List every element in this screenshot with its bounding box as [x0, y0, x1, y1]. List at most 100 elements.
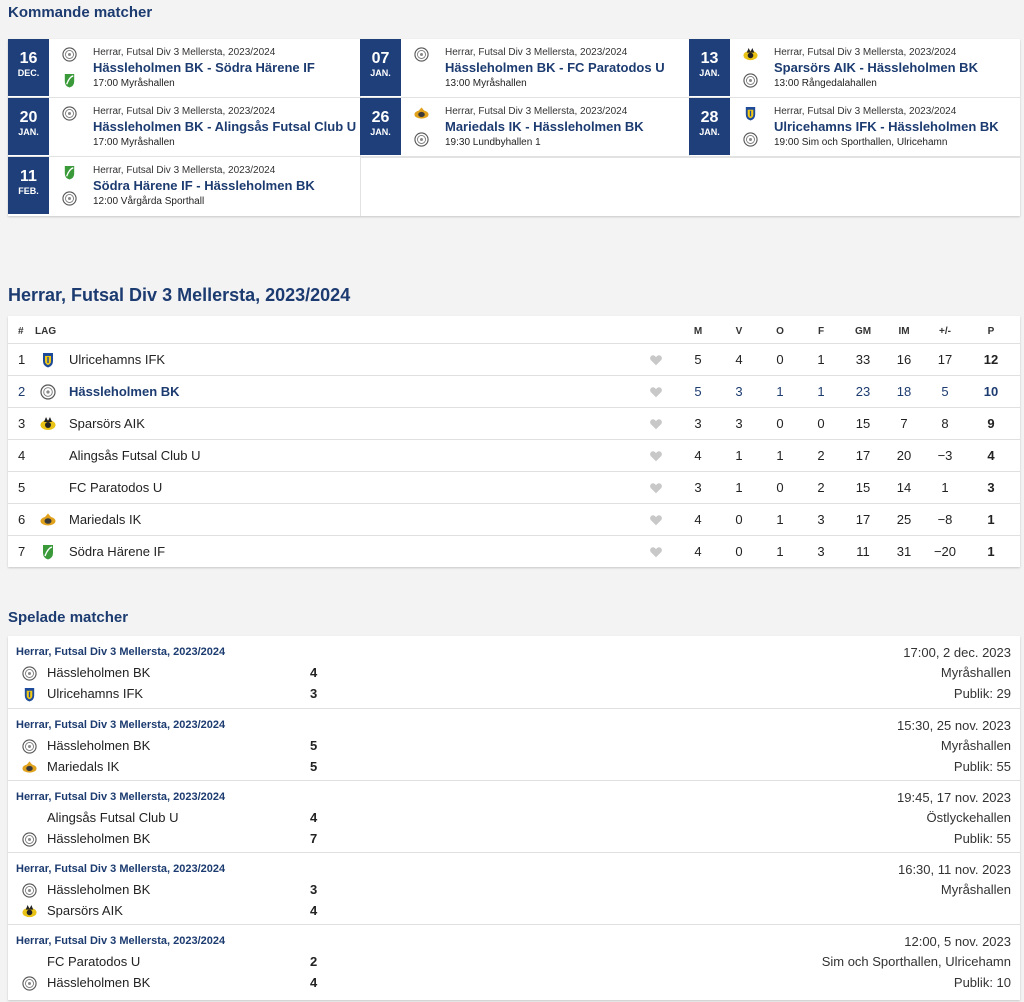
favorite-heart-icon[interactable] [649, 417, 663, 431]
favorite-heart-icon[interactable] [649, 481, 663, 495]
played-away-team[interactable]: Mariedals IK [47, 759, 119, 774]
row-o: 1 [776, 448, 784, 463]
row-im: 25 [896, 512, 912, 527]
table-row[interactable]: 2 Hässleholmen BK 5 3 1 1 23 18 5 10 [8, 375, 1020, 407]
match-teams-link[interactable]: Mariedals IK - Hässleholmen BK [445, 118, 715, 136]
match-venue: 13:00 Rångedalahallen [774, 78, 877, 89]
hbk-crest-icon [22, 976, 37, 991]
match-teams-link[interactable]: Södra Härene IF - Hässleholmen BK [93, 177, 363, 195]
played-home-team[interactable]: Hässleholmen BK [47, 665, 150, 680]
played-match[interactable]: Herrar, Futsal Div 3 Mellersta, 2023/202… [8, 852, 1020, 924]
header-o: O [776, 326, 784, 337]
played-competition[interactable]: Herrar, Futsal Div 3 Mellersta, 2023/202… [16, 791, 225, 803]
upcoming-match[interactable]: 16 DEC. Herrar, Futsal Div 3 Mellersta, 20… [8, 39, 337, 96]
match-teams-link[interactable]: Hässleholmen BK - Alingsås Futsal Club U [93, 118, 363, 136]
row-diff: −3 [937, 448, 953, 463]
row-gm: 33 [855, 352, 871, 367]
played-match[interactable]: Herrar, Futsal Div 3 Mellersta, 2023/202… [8, 636, 1020, 708]
match-teams-link[interactable]: Ulricehamns IFK - Hässleholmen BK [774, 118, 1024, 136]
row-team-name[interactable]: Mariedals IK [69, 504, 141, 536]
played-datetime: 17:00, 2 dec. 2023 [903, 645, 1011, 660]
row-p: 1 [987, 512, 995, 527]
played-competition[interactable]: Herrar, Futsal Div 3 Mellersta, 2023/202… [16, 935, 225, 947]
row-f: 1 [817, 352, 825, 367]
favorite-heart-icon[interactable] [649, 449, 663, 463]
played-home-team[interactable]: Hässleholmen BK [47, 882, 150, 897]
hbk-crest-icon [62, 106, 77, 121]
upcoming-match[interactable]: 13 JAN. Herrar, Futsal Div 3 Mellersta, 20… [689, 39, 1018, 96]
header-v: V [735, 326, 743, 337]
row-position: 3 [18, 416, 26, 431]
upcoming-match[interactable]: 11 FEB. Herrar, Futsal Div 3 Mellersta, 20… [8, 157, 337, 214]
match-competition: Herrar, Futsal Div 3 Mellersta, 2023/202… [445, 47, 628, 58]
table-row[interactable]: 6 Mariedals IK 4 0 1 3 17 25 −8 1 [8, 503, 1020, 535]
hbk-crest-icon [22, 883, 37, 898]
row-team-name[interactable]: Hässleholmen BK [69, 376, 180, 408]
date-box: 07 JAN. [360, 39, 401, 96]
played-home-team[interactable]: Alingsås Futsal Club U [47, 810, 179, 825]
table-row[interactable]: 3 Sparsörs AIK 3 3 0 0 15 7 8 9 [8, 407, 1020, 439]
row-o: 0 [776, 352, 784, 367]
table-row[interactable]: 7 Södra Härene IF 4 0 1 3 11 31 −20 1 [8, 535, 1020, 567]
date-box: 13 JAN. [689, 39, 730, 96]
row-v: 1 [735, 480, 743, 495]
match-teams-link[interactable]: Sparsörs AIK - Hässleholmen BK [774, 59, 1024, 77]
played-match[interactable]: Herrar, Futsal Div 3 Mellersta, 2023/202… [8, 780, 1020, 852]
played-competition[interactable]: Herrar, Futsal Div 3 Mellersta, 2023/202… [16, 719, 225, 731]
row-team-name[interactable]: Södra Härene IF [69, 536, 165, 568]
ulricehamn-crest-icon [22, 687, 37, 702]
match-competition: Herrar, Futsal Div 3 Mellersta, 2023/202… [93, 47, 276, 58]
played-away-team[interactable]: Sparsörs AIK [47, 903, 123, 918]
row-position: 7 [18, 544, 26, 559]
table-row[interactable]: 4 Alingsås Futsal Club U 4 1 1 2 17 20 −3 4 [8, 439, 1020, 471]
match-info: Herrar, Futsal Div 3 Mellersta, 2023/202… [774, 105, 1024, 149]
upcoming-match[interactable]: 26 JAN. Herrar, Futsal Div 3 Mellersta, 20… [360, 98, 689, 155]
upcoming-match[interactable]: 07 JAN. Herrar, Futsal Div 3 Mellersta, 20… [360, 39, 689, 96]
played-away-score: 4 [310, 903, 318, 918]
hbk-crest-icon [414, 47, 429, 62]
match-logos [741, 104, 759, 150]
upcoming-match[interactable]: 20 JAN. Herrar, Futsal Div 3 Mellersta, 20… [8, 98, 356, 155]
hbk-crest-icon [743, 132, 758, 147]
match-teams-link[interactable]: Hässleholmen BK - Södra Härene IF [93, 59, 363, 77]
row-team-name[interactable]: Ulricehamns IFK [69, 344, 165, 376]
match-teams-link[interactable]: Hässleholmen BK - FC Paratodos U [445, 59, 715, 77]
header-p: P [987, 326, 995, 337]
upcoming-match[interactable]: 28 JAN. Herrar, Futsal Div 3 Mellersta, 20… [689, 98, 1018, 155]
row-o: 1 [776, 512, 784, 527]
match-day: 11 [20, 168, 37, 185]
played-competition[interactable]: Herrar, Futsal Div 3 Mellersta, 2023/202… [16, 646, 225, 658]
row-team-name[interactable]: FC Paratodos U [69, 472, 162, 504]
played-venue: Myråshallen [940, 882, 1011, 897]
played-datetime: 15:30, 25 nov. 2023 [897, 718, 1011, 733]
row-team-name[interactable]: Sparsörs AIK [69, 408, 145, 440]
played-competition[interactable]: Herrar, Futsal Div 3 Mellersta, 2023/202… [16, 863, 225, 875]
played-away-score: 5 [310, 759, 318, 774]
row-im: 18 [896, 384, 912, 399]
table-row[interactable]: 5 FC Paratodos U 3 1 0 2 15 14 1 3 [8, 471, 1020, 503]
played-match[interactable]: Herrar, Futsal Div 3 Mellersta, 2023/202… [8, 924, 1020, 996]
hbk-crest-icon [62, 191, 77, 206]
row-p: 1 [987, 544, 995, 559]
played-away-score: 3 [310, 686, 318, 701]
favorite-heart-icon[interactable] [649, 385, 663, 399]
row-p: 9 [987, 416, 995, 431]
row-gm: 15 [855, 480, 871, 495]
played-away-team[interactable]: Ulricehamns IFK [47, 686, 143, 701]
played-away-team[interactable]: Hässleholmen BK [47, 975, 150, 990]
favorite-heart-icon[interactable] [649, 545, 663, 559]
favorite-heart-icon[interactable] [649, 353, 663, 367]
played-match[interactable]: Herrar, Futsal Div 3 Mellersta, 2023/202… [8, 708, 1020, 780]
match-venue: 17:00 Myråshallen [93, 137, 175, 148]
row-team-name[interactable]: Alingsås Futsal Club U [69, 440, 201, 472]
favorite-heart-icon[interactable] [649, 513, 663, 527]
match-logos [412, 104, 430, 150]
played-away-team[interactable]: Hässleholmen BK [47, 831, 150, 846]
played-home-team[interactable]: Hässleholmen BK [47, 738, 150, 753]
played-datetime: 16:30, 11 nov. 2023 [897, 862, 1011, 877]
match-venue: 13:00 Myråshallen [445, 78, 527, 89]
played-home-team[interactable]: FC Paratodos U [47, 954, 140, 969]
hbk-crest-icon [40, 384, 56, 400]
table-row[interactable]: 1 Ulricehamns IFK 5 4 0 1 33 16 17 12 [8, 343, 1020, 375]
row-position: 1 [18, 352, 26, 367]
